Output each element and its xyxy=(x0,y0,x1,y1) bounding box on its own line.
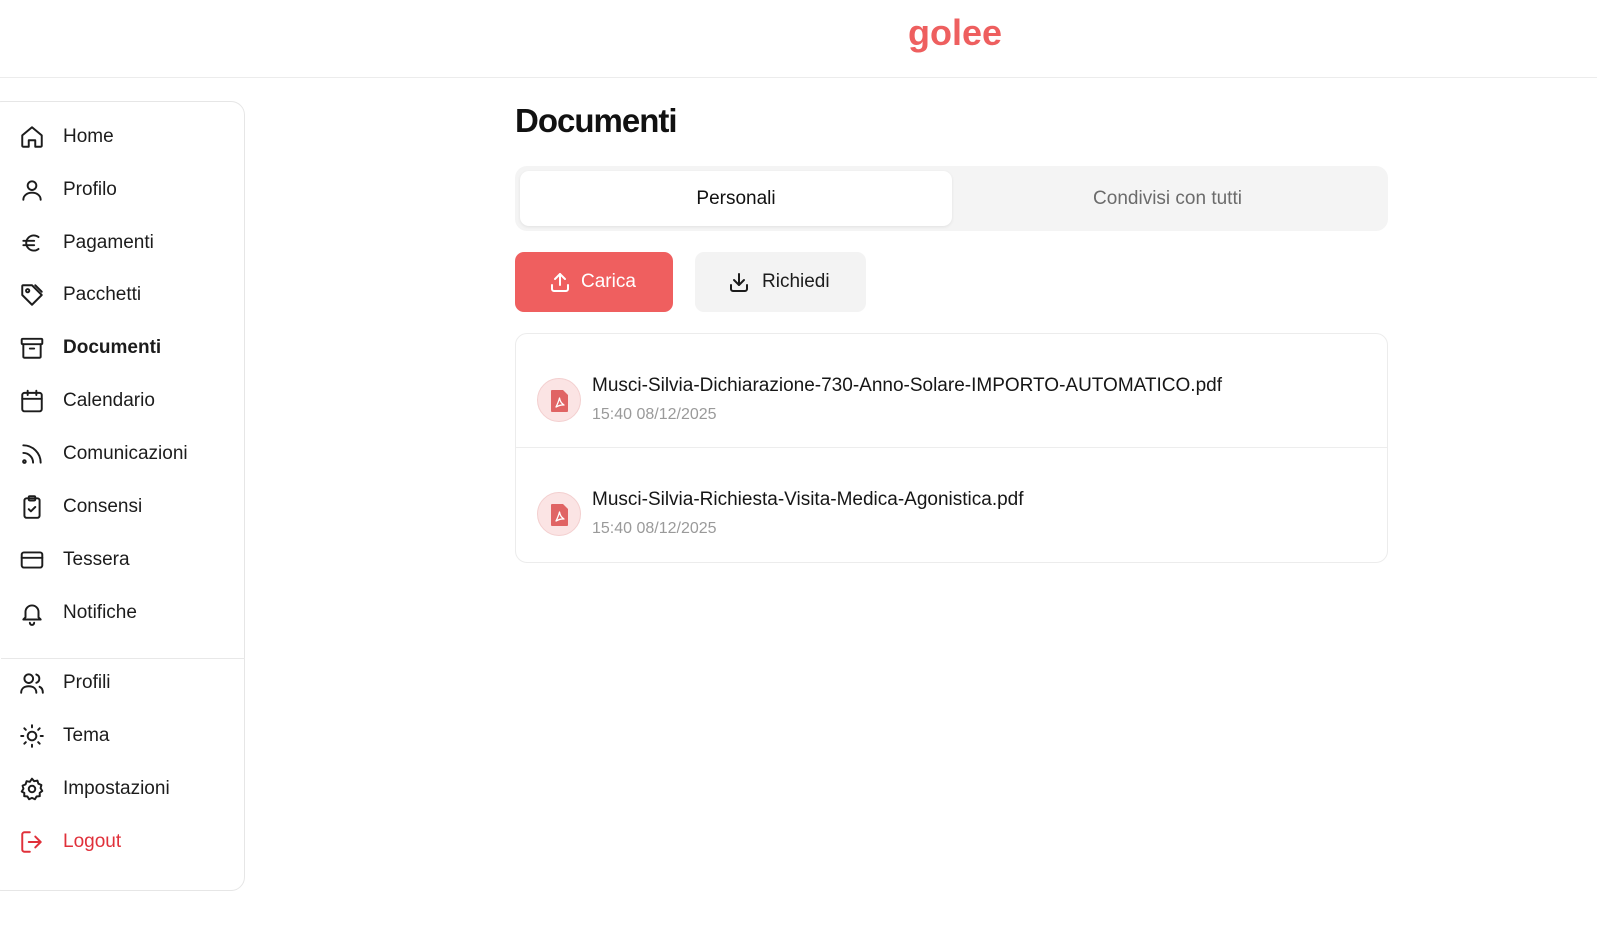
bell-icon xyxy=(19,600,45,626)
sidebar-item-consensi[interactable]: Consensi xyxy=(1,484,233,528)
sidebar-item-home[interactable]: Home xyxy=(1,114,233,158)
sidebar-item-profilo[interactable]: Profilo xyxy=(1,167,233,211)
tab-personali[interactable]: Personali xyxy=(520,171,952,226)
sidebar-item-notifiche[interactable]: Notifiche xyxy=(1,590,233,634)
euro-icon xyxy=(19,230,45,256)
document-name: Musci-Silvia-Dichiarazione-730-Anno-Sola… xyxy=(592,375,1222,396)
sidebar-item-label: Consensi xyxy=(63,496,143,517)
sidebar-item-impostazioni[interactable]: Impostazioni xyxy=(1,766,233,810)
sidebar-item-label: Pagamenti xyxy=(63,232,154,253)
document-row[interactable]: Musci-Silvia-Richiesta-Visita-Medica-Ago… xyxy=(516,448,1387,562)
users-icon xyxy=(19,670,45,696)
sidebar-item-label: Comunicazioni xyxy=(63,443,188,464)
rss-icon xyxy=(19,441,45,467)
sidebar-divider xyxy=(1,658,245,659)
document-tabs: Personali Condivisi con tutti xyxy=(515,166,1388,231)
sidebar: Home Profilo Pagamenti Pacchetti Documen… xyxy=(0,101,245,891)
logout-icon xyxy=(19,829,45,855)
document-list: Musci-Silvia-Dichiarazione-730-Anno-Sola… xyxy=(515,333,1388,563)
request-button-label: Richiedi xyxy=(762,271,830,292)
archive-icon xyxy=(19,335,45,361)
sidebar-item-label: Impostazioni xyxy=(63,778,170,799)
sidebar-item-label: Notifiche xyxy=(63,602,137,623)
sidebar-item-tema[interactable]: Tema xyxy=(1,713,233,757)
sidebar-item-label: Profilo xyxy=(63,179,117,200)
top-bar: golee xyxy=(0,0,1597,78)
sidebar-item-label: Pacchetti xyxy=(63,284,142,305)
page-title: Documenti xyxy=(515,102,678,139)
sidebar-item-label: Logout xyxy=(63,831,122,852)
sidebar-item-documenti[interactable]: Documenti xyxy=(1,325,233,369)
tab-condivisi-con-tutti[interactable]: Condivisi con tutti xyxy=(952,171,1383,226)
document-timestamp: 15:40 08/12/2025 xyxy=(592,406,717,423)
sidebar-item-label: Tema xyxy=(63,725,110,746)
card-icon xyxy=(19,547,45,573)
document-row[interactable]: Musci-Silvia-Dichiarazione-730-Anno-Sola… xyxy=(516,334,1387,448)
sidebar-item-label: Calendario xyxy=(63,390,155,411)
gear-icon xyxy=(19,776,45,802)
upload-button-label: Carica xyxy=(581,271,636,292)
golee-logo[interactable]: golee xyxy=(908,12,1002,54)
sidebar-item-tessera[interactable]: Tessera xyxy=(1,537,233,581)
request-button[interactable]: Richiedi xyxy=(695,252,866,312)
sidebar-item-pacchetti[interactable]: Pacchetti xyxy=(1,272,233,316)
sidebar-item-calendario[interactable]: Calendario xyxy=(1,378,233,422)
download-icon xyxy=(727,270,751,300)
sidebar-item-profili[interactable]: Profili xyxy=(1,660,233,704)
tag-icon xyxy=(19,282,45,308)
sidebar-item-label: Tessera xyxy=(63,549,130,570)
sidebar-item-comunicazioni[interactable]: Comunicazioni xyxy=(1,431,233,475)
upload-icon xyxy=(548,270,572,300)
sidebar-item-logout[interactable]: Logout xyxy=(1,819,233,863)
sidebar-item-label: Home xyxy=(63,126,114,147)
sidebar-item-label: Profili xyxy=(63,672,111,693)
clipboard-check-icon xyxy=(19,494,45,520)
home-icon xyxy=(19,124,45,150)
user-icon xyxy=(19,177,45,203)
sidebar-item-pagamenti[interactable]: Pagamenti xyxy=(1,220,233,264)
sidebar-item-label: Documenti xyxy=(63,337,162,358)
pdf-icon xyxy=(537,492,581,536)
calendar-icon xyxy=(19,388,45,414)
sun-icon xyxy=(19,723,45,749)
document-timestamp: 15:40 08/12/2025 xyxy=(592,520,717,537)
document-name: Musci-Silvia-Richiesta-Visita-Medica-Ago… xyxy=(592,489,1024,510)
pdf-icon xyxy=(537,378,581,422)
upload-button[interactable]: Carica xyxy=(515,252,673,312)
